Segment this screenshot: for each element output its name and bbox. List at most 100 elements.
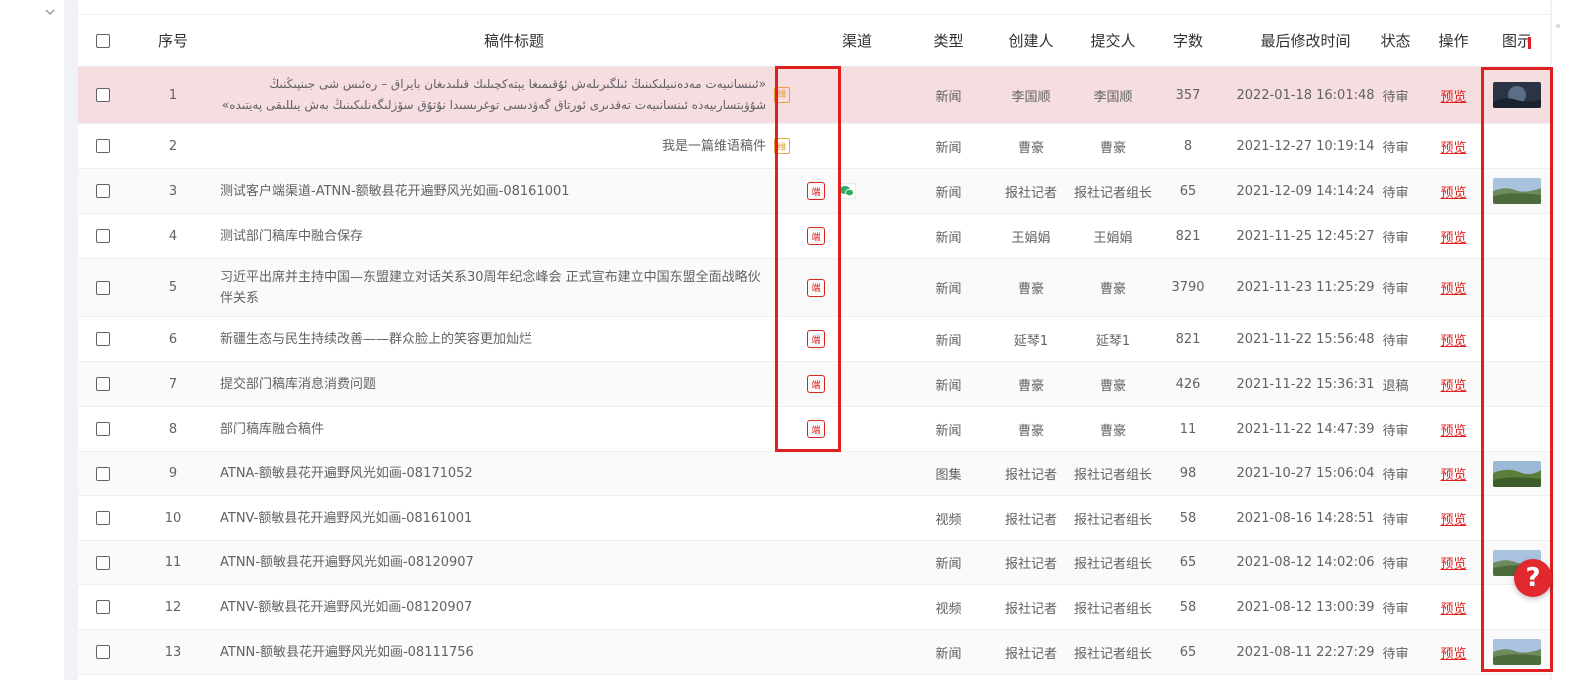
row-modified-time: 2021-10-27 15:06:04 — [1236, 466, 1375, 481]
row-status: 待审 — [1382, 557, 1409, 572]
row-modified-time: 2021-08-16 14:28:51 — [1236, 510, 1375, 526]
row-title[interactable]: 测试客户端渠道-ATNN-额敏县花开遍野风光如画-08161001 — [218, 169, 808, 213]
header-submitter: 提交人 — [1090, 32, 1136, 50]
scrollbar-track[interactable] — [1552, 0, 1580, 680]
client-channel-cell: 端 — [805, 407, 827, 451]
row-title[interactable]: 新疆生态与民生持续改善——群众脸上的笑容更加灿烂 — [218, 317, 808, 361]
row-operation: 预览 — [1426, 317, 1481, 361]
preview-link[interactable]: 预览 — [1440, 278, 1466, 297]
row-word-count: 426 — [1175, 376, 1201, 392]
table-row: 6 新疆生态与民生持续改善——群众脸上的笑容更加灿烂 端 新闻 延琴1 延琴1 821 202… — [78, 317, 1550, 362]
preview-link[interactable]: 预览 — [1440, 598, 1466, 617]
row-title[interactable]: ATNV-额敏县花开遍野风光如画-08120907 — [218, 585, 808, 629]
row-image — [1484, 452, 1550, 495]
row-submitter: 李国顺 — [1093, 89, 1133, 105]
row-modified-time: 2021-11-22 14:47:39 — [1236, 421, 1375, 437]
row-checkbox-cell — [78, 214, 128, 258]
row-creator: 报社记者 — [1004, 557, 1057, 572]
thumbnail-image[interactable] — [1493, 178, 1541, 204]
row-modified-time: 2021-08-12 14:02:06 — [1236, 555, 1375, 570]
row-channel — [830, 67, 890, 123]
row-operation: 预览 — [1426, 407, 1481, 451]
help-button[interactable]: ? — [1514, 559, 1552, 597]
row-word-count: 58 — [1179, 599, 1197, 615]
row-type: 视频 — [935, 512, 962, 528]
row-type: 新闻 — [935, 378, 962, 394]
row-checkbox[interactable] — [96, 511, 110, 525]
preview-link[interactable]: 预览 — [1440, 330, 1466, 349]
row-title[interactable]: 测试部门稿库中融合保存 — [218, 214, 808, 258]
row-checkbox[interactable] — [96, 555, 110, 570]
row-operation: 预览 — [1426, 585, 1481, 629]
row-seq: 10 — [164, 510, 182, 526]
row-checkbox-cell — [78, 362, 128, 406]
row-checkbox[interactable] — [96, 280, 110, 295]
row-creator: 报社记者 — [1004, 512, 1057, 528]
row-checkbox[interactable] — [96, 645, 110, 659]
row-operation: 预览 — [1426, 67, 1481, 123]
preview-link[interactable]: 预览 — [1440, 227, 1466, 246]
row-checkbox[interactable] — [96, 88, 110, 102]
preview-link[interactable]: 预览 — [1440, 464, 1466, 483]
row-image — [1484, 362, 1550, 406]
table-row: 7 提交部门稿库消息消费问题 端 新闻 曹豪 曹豪 426 2021-11-22 15:36:… — [78, 362, 1550, 407]
select-all-checkbox[interactable] — [96, 33, 110, 48]
row-checkbox[interactable] — [96, 600, 110, 614]
row-title[interactable]: ATNN-额敏县花开遍野风光如画-08120907 — [218, 541, 808, 584]
row-modified-time: 2021-12-27 10:19:14 — [1236, 138, 1375, 154]
row-modified-time: 2021-11-25 12:45:27 — [1236, 228, 1375, 244]
row-checkbox[interactable] — [96, 139, 110, 153]
row-title[interactable]: ATNA-额敏县花开遍野风光如画-08171052 — [218, 452, 808, 495]
preview-link[interactable]: 预览 — [1440, 137, 1466, 156]
row-image — [1484, 259, 1550, 316]
thumbnail-image[interactable] — [1493, 82, 1541, 108]
client-channel-tag: 端 — [807, 278, 825, 297]
table-header: 序号 稿件标题 渠道 类型 创建人 提交人 字数 最后修改时间 状态 操作 图示 — [78, 15, 1550, 67]
scrollbar-thumb[interactable] — [1556, 24, 1560, 28]
row-submitter: 报社记者组长 — [1073, 512, 1152, 528]
row-checkbox[interactable] — [96, 229, 110, 243]
wechat-icon — [837, 182, 857, 200]
row-title-line: 伴关系 — [220, 290, 260, 306]
preview-link[interactable]: 预览 — [1440, 182, 1466, 201]
row-title[interactable]: ATNV-额敏县花开遍野风光如画-08161001 — [218, 496, 808, 540]
header-modified-time: 最后修改时间 — [1260, 32, 1351, 50]
thumbnail-image[interactable] — [1493, 639, 1541, 665]
row-title[interactable]: 部门稿库融合稿件 — [218, 407, 808, 451]
row-word-count: 65 — [1179, 183, 1197, 199]
thumbnail-image[interactable] — [1493, 460, 1541, 487]
client-channel-cell: 端 — [805, 169, 827, 213]
table-row: 4 测试部门稿库中融合保存 端 新闻 王娟娟 王娟娟 821 2021-11-25 12:45… — [78, 214, 1550, 259]
row-title[interactable]: 习近平出席并主持中国—东盟建立对话关系30周年纪念峰会 正式宣布建立中国东盟全面… — [218, 259, 808, 316]
row-type: 新闻 — [935, 185, 962, 201]
preview-link[interactable]: 预览 — [1440, 86, 1466, 105]
row-creator: 报社记者 — [1004, 646, 1057, 662]
row-channel — [830, 362, 890, 406]
row-checkbox[interactable] — [96, 184, 110, 198]
row-creator: 报社记者 — [1004, 468, 1057, 483]
row-seq: 13 — [164, 644, 182, 660]
row-title[interactable]: ATNN-额敏县花开遍野风光如画-08111756 — [218, 630, 808, 674]
row-type: 新闻 — [935, 423, 962, 439]
row-title[interactable]: «ئىنسانىيەت مەدەنىيلىكىنىڭ ئىلگىرىلەش ئۇ… — [218, 67, 808, 123]
row-title[interactable]: 我是一篇维语稿件维 — [218, 124, 808, 168]
preview-link[interactable]: 预览 — [1440, 375, 1466, 394]
row-title-line: شۇۋېتسارىيەدە ئىنسانىيەت تەقدىرى ئورتاق … — [221, 98, 766, 112]
row-checkbox[interactable] — [96, 466, 110, 481]
row-word-count: 65 — [1179, 644, 1197, 660]
row-creator: 报社记者 — [1004, 185, 1057, 201]
row-status: 待审 — [1382, 140, 1409, 156]
row-title-text: 新疆生态与民生持续改善——群众脸上的笑容更加灿烂 — [220, 331, 533, 347]
preview-link[interactable]: 预览 — [1440, 643, 1466, 662]
client-channel-cell: 端 — [805, 317, 827, 361]
preview-link[interactable]: 预览 — [1440, 553, 1466, 572]
row-title-line: «ئىنسانىيەت مەدەنىيلىكىنىڭ ئىلگىرىلەش ئۇ… — [269, 77, 766, 91]
row-word-count: 357 — [1175, 87, 1201, 103]
row-checkbox[interactable] — [96, 332, 110, 346]
row-checkbox[interactable] — [96, 377, 110, 391]
preview-link[interactable]: 预览 — [1440, 509, 1466, 528]
preview-link[interactable]: 预览 — [1440, 420, 1466, 439]
row-checkbox[interactable] — [96, 422, 110, 436]
row-title[interactable]: 提交部门稿库消息消费问题 — [218, 362, 808, 406]
chevron-down-icon[interactable] — [44, 6, 56, 18]
